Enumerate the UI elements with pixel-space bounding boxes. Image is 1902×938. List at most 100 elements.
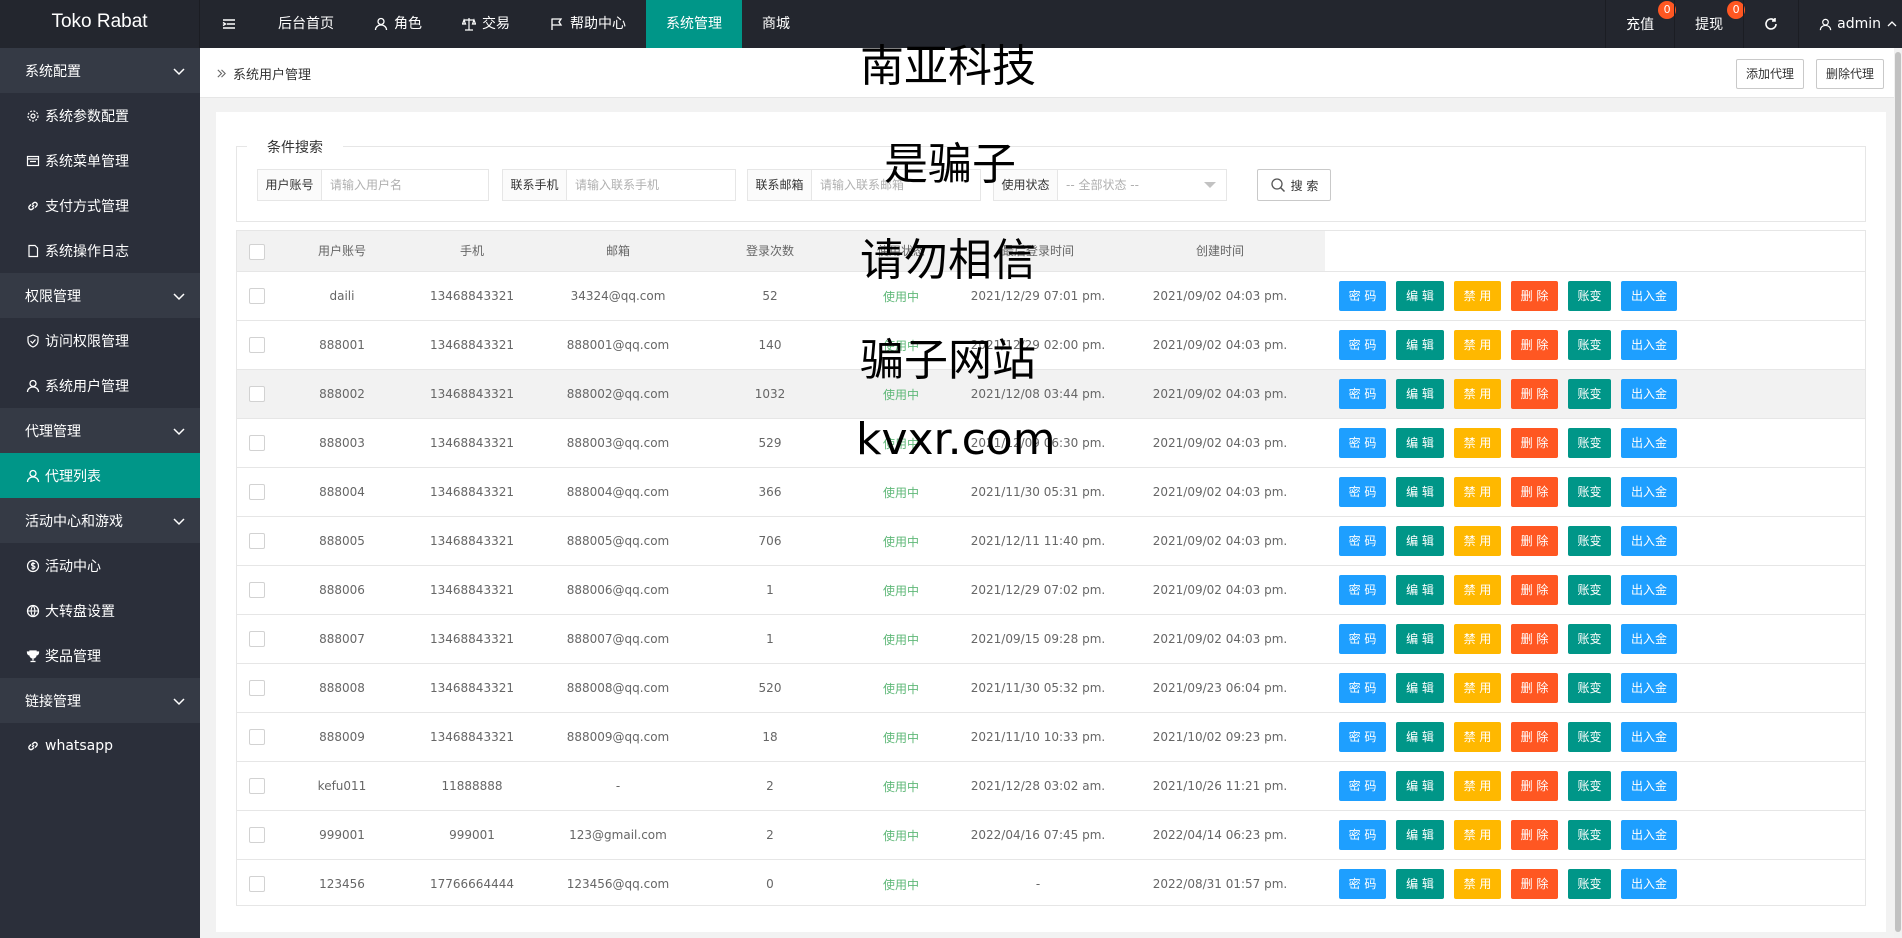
- edit-button[interactable]: 编 辑: [1396, 330, 1444, 360]
- app-logo[interactable]: Toko Rabat: [0, 0, 200, 48]
- delete-button[interactable]: 删 除: [1511, 722, 1558, 752]
- delete-button[interactable]: 删 除: [1511, 281, 1558, 311]
- select-all-checkbox[interactable]: [249, 243, 265, 260]
- scrollbar-thumb[interactable]: [1895, 52, 1901, 932]
- edit-button[interactable]: 编 辑: [1396, 281, 1444, 311]
- deposit-withdraw-button[interactable]: 出入金: [1621, 673, 1677, 703]
- balance-change-button[interactable]: 账变: [1568, 771, 1611, 801]
- password-button[interactable]: 密 码: [1339, 820, 1386, 850]
- sidebar-item-wheel-settings[interactable]: 大转盘设置: [0, 588, 200, 633]
- row-checkbox[interactable]: [249, 680, 265, 696]
- username-input[interactable]: [322, 170, 488, 200]
- row-checkbox[interactable]: [249, 827, 265, 843]
- cell-checkbox[interactable]: [237, 533, 277, 549]
- deposit-withdraw-button[interactable]: 出入金: [1621, 428, 1677, 458]
- cell-checkbox[interactable]: [237, 631, 277, 647]
- balance-change-button[interactable]: 账变: [1568, 722, 1611, 752]
- delete-button[interactable]: 删 除: [1511, 575, 1558, 605]
- row-checkbox[interactable]: [249, 729, 265, 745]
- page-scrollbar[interactable]: [1894, 48, 1902, 938]
- disable-button[interactable]: 禁 用: [1454, 526, 1501, 556]
- balance-change-button[interactable]: 账变: [1568, 673, 1611, 703]
- balance-change-button[interactable]: 账变: [1568, 477, 1611, 507]
- recharge-button[interactable]: 充值 0: [1605, 0, 1677, 48]
- sidebar-group-links[interactable]: 链接管理: [0, 678, 200, 723]
- row-checkbox[interactable]: [249, 778, 265, 794]
- delete-button[interactable]: 删 除: [1511, 379, 1558, 409]
- cell-checkbox[interactable]: [237, 288, 277, 304]
- row-checkbox[interactable]: [249, 631, 265, 647]
- cell-checkbox[interactable]: [237, 680, 277, 696]
- password-button[interactable]: 密 码: [1339, 379, 1386, 409]
- row-checkbox[interactable]: [249, 533, 265, 549]
- password-button[interactable]: 密 码: [1339, 722, 1386, 752]
- row-checkbox[interactable]: [249, 582, 265, 598]
- disable-button[interactable]: 禁 用: [1454, 673, 1501, 703]
- disable-button[interactable]: 禁 用: [1454, 281, 1501, 311]
- password-button[interactable]: 密 码: [1339, 330, 1386, 360]
- row-checkbox[interactable]: [249, 484, 265, 500]
- nav-trade[interactable]: 交易: [442, 0, 530, 48]
- balance-change-button[interactable]: 账变: [1568, 526, 1611, 556]
- deposit-withdraw-button[interactable]: 出入金: [1621, 477, 1677, 507]
- balance-change-button[interactable]: 账变: [1568, 379, 1611, 409]
- cell-checkbox[interactable]: [237, 337, 277, 353]
- sidebar-item-activity-center[interactable]: 活动中心: [0, 543, 200, 588]
- delete-button[interactable]: 删 除: [1511, 820, 1558, 850]
- password-button[interactable]: 密 码: [1339, 428, 1386, 458]
- edit-button[interactable]: 编 辑: [1396, 869, 1444, 899]
- disable-button[interactable]: 禁 用: [1454, 477, 1501, 507]
- delete-button[interactable]: 删 除: [1511, 624, 1558, 654]
- edit-button[interactable]: 编 辑: [1396, 477, 1444, 507]
- deposit-withdraw-button[interactable]: 出入金: [1621, 722, 1677, 752]
- delete-button[interactable]: 删 除: [1511, 771, 1558, 801]
- deposit-withdraw-button[interactable]: 出入金: [1621, 771, 1677, 801]
- disable-button[interactable]: 禁 用: [1454, 624, 1501, 654]
- edit-button[interactable]: 编 辑: [1396, 428, 1444, 458]
- disable-button[interactable]: 禁 用: [1454, 575, 1501, 605]
- password-button[interactable]: 密 码: [1339, 771, 1386, 801]
- delete-button[interactable]: 删 除: [1511, 330, 1558, 360]
- sidebar-item-operation-log[interactable]: 系统操作日志: [0, 228, 200, 273]
- disable-button[interactable]: 禁 用: [1454, 330, 1501, 360]
- balance-change-button[interactable]: 账变: [1568, 624, 1611, 654]
- cell-checkbox[interactable]: [237, 582, 277, 598]
- deposit-withdraw-button[interactable]: 出入金: [1621, 330, 1677, 360]
- edit-button[interactable]: 编 辑: [1396, 673, 1444, 703]
- deposit-withdraw-button[interactable]: 出入金: [1621, 820, 1677, 850]
- sidebar-group-system-config[interactable]: 系统配置: [0, 48, 200, 93]
- nav-home[interactable]: 后台首页: [258, 0, 354, 48]
- disable-button[interactable]: 禁 用: [1454, 820, 1501, 850]
- cell-checkbox[interactable]: [237, 484, 277, 500]
- sidebar-group-agents[interactable]: 代理管理: [0, 408, 200, 453]
- sidebar-item-system-menu[interactable]: 系统菜单管理: [0, 138, 200, 183]
- refresh-button[interactable]: [1743, 0, 1798, 48]
- password-button[interactable]: 密 码: [1339, 575, 1386, 605]
- disable-button[interactable]: 禁 用: [1454, 771, 1501, 801]
- balance-change-button[interactable]: 账变: [1568, 428, 1611, 458]
- deposit-withdraw-button[interactable]: 出入金: [1621, 575, 1677, 605]
- sidebar-item-agent-list[interactable]: 代理列表: [0, 453, 200, 498]
- deposit-withdraw-button[interactable]: 出入金: [1621, 379, 1677, 409]
- delete-button[interactable]: 删 除: [1511, 673, 1558, 703]
- sidebar-item-access-permissions[interactable]: 访问权限管理: [0, 318, 200, 363]
- row-checkbox[interactable]: [249, 288, 265, 304]
- balance-change-button[interactable]: 账变: [1568, 575, 1611, 605]
- cell-checkbox[interactable]: [237, 778, 277, 794]
- delete-button[interactable]: 删 除: [1511, 869, 1558, 899]
- nav-shop[interactable]: 商城: [742, 0, 810, 48]
- delete-agent-button[interactable]: 删除代理: [1816, 59, 1885, 89]
- password-button[interactable]: 密 码: [1339, 281, 1386, 311]
- search-button[interactable]: 搜 索: [1257, 169, 1331, 201]
- header-select-all[interactable]: [237, 231, 277, 271]
- deposit-withdraw-button[interactable]: 出入金: [1621, 526, 1677, 556]
- phone-input[interactable]: [567, 170, 735, 200]
- cell-checkbox[interactable]: [237, 386, 277, 402]
- edit-button[interactable]: 编 辑: [1396, 722, 1444, 752]
- withdraw-button[interactable]: 提现 0: [1674, 0, 1746, 48]
- sidebar-item-system-params[interactable]: 系统参数配置: [0, 93, 200, 138]
- delete-button[interactable]: 删 除: [1511, 428, 1558, 458]
- disable-button[interactable]: 禁 用: [1454, 428, 1501, 458]
- deposit-withdraw-button[interactable]: 出入金: [1621, 281, 1677, 311]
- row-checkbox[interactable]: [249, 337, 265, 353]
